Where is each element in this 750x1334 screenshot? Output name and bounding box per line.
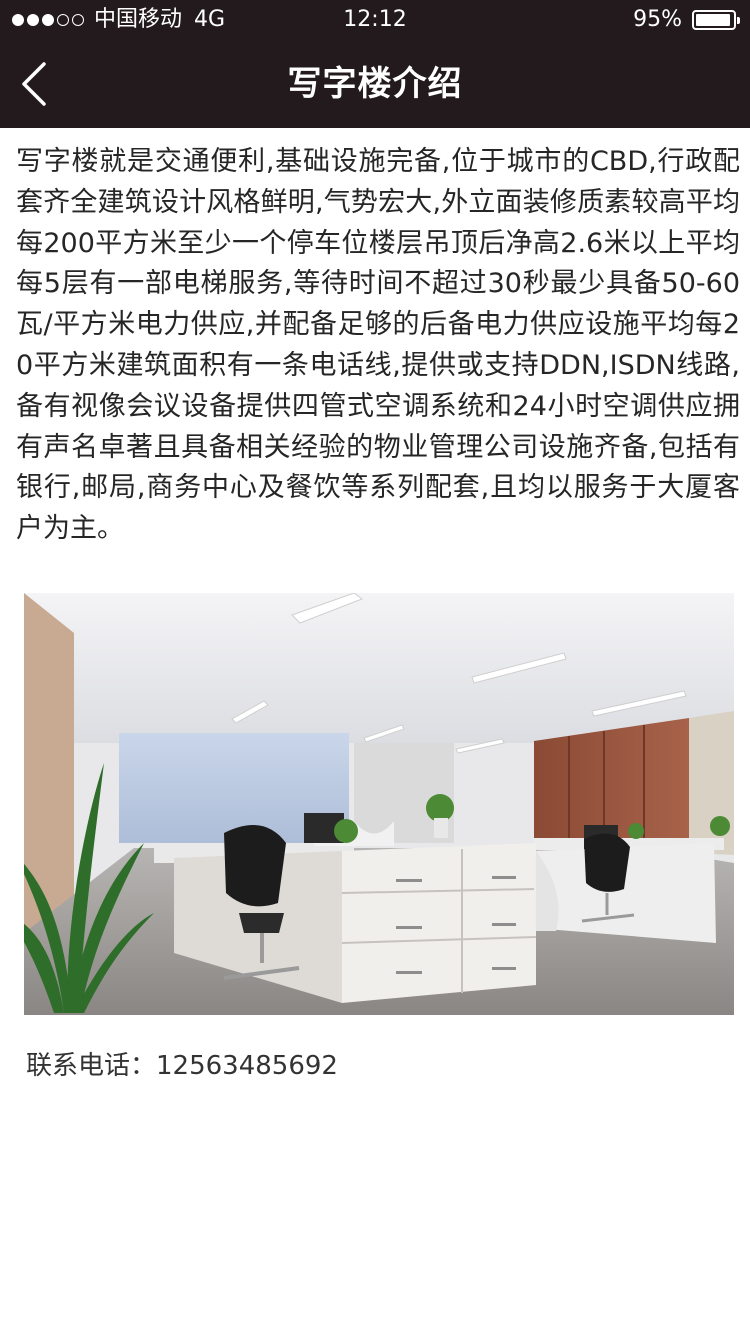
battery-fill xyxy=(696,14,731,26)
contact-phone: 联系电话：12563485692 xyxy=(26,1051,338,1081)
status-bar: 中国移动 4G 12:12 95% xyxy=(0,0,750,40)
back-button[interactable] xyxy=(8,50,68,118)
intro-paragraph: 写字楼就是交通便利,基础设施完备,位于城市的CBD,行政配套齐全建筑设计风格鲜明… xyxy=(16,146,740,545)
office-photo xyxy=(24,593,734,1015)
status-right: 95% xyxy=(633,0,740,40)
nav-bar: 写字楼介绍 xyxy=(0,40,750,128)
page-title: 写字楼介绍 xyxy=(287,64,463,104)
battery-icon xyxy=(692,10,740,30)
header: 中国移动 4G 12:12 95% 写字楼介绍 xyxy=(0,0,750,128)
battery-percent: 95% xyxy=(633,7,682,32)
chevron-left-icon xyxy=(22,62,46,106)
battery-tip xyxy=(737,17,740,24)
